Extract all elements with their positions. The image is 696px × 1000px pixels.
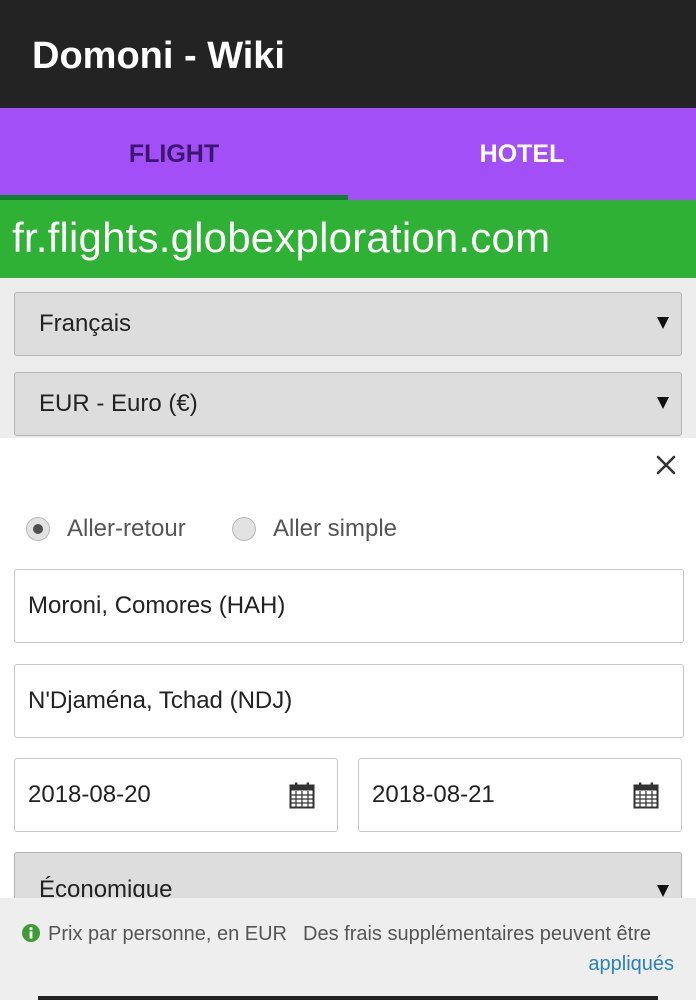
flight-search-form: Aller-retour Aller simple 2018-08-20 201… [0, 438, 696, 898]
chevron-down-icon [657, 317, 669, 329]
cabin-class-value: Économique [39, 876, 173, 898]
price-per-person-note: Prix par personne, en EUR [48, 923, 288, 945]
tab-hotel[interactable]: HOTEL [348, 108, 696, 200]
one-way-label: Aller simple [273, 515, 398, 542]
app-title: Domoni - Wiki [32, 35, 285, 77]
tab-bar: FLIGHT HOTEL [0, 108, 696, 200]
destination-input[interactable] [14, 664, 684, 738]
extra-fees-link[interactable]: appliqués [588, 952, 674, 976]
round-trip-label: Aller-retour [67, 515, 186, 542]
language-value: Français [39, 310, 132, 337]
return-date-value: 2018-08-21 [372, 781, 495, 808]
trip-type-one-way[interactable]: Aller simple [232, 511, 397, 547]
currency-select[interactable]: EUR - Euro (€) [14, 372, 682, 436]
domain-banner: fr.flights.globexploration.com [0, 200, 696, 278]
radio-one-way[interactable] [232, 517, 256, 541]
info-icon [22, 924, 40, 942]
extra-fees-note: Des frais supplémentaires peuvent être [303, 923, 651, 945]
chevron-down-icon [657, 885, 669, 897]
language-select[interactable]: Français [14, 292, 682, 356]
depart-date-value: 2018-08-20 [28, 781, 151, 808]
cabin-class-select[interactable]: Économique [14, 852, 682, 898]
return-date-input[interactable]: 2018-08-21 [358, 758, 682, 832]
trip-type-round-trip[interactable]: Aller-retour [26, 511, 186, 547]
price-info-text: Prix par personne, en EUR Des frais suppl… [48, 922, 651, 946]
calendar-icon[interactable] [289, 782, 315, 809]
settings-area: Français EUR - Euro (€) [0, 278, 696, 438]
price-info-footer [0, 898, 696, 1000]
depart-date-input[interactable]: 2018-08-20 [14, 758, 338, 832]
currency-value: EUR - Euro (€) [39, 390, 198, 417]
close-icon[interactable] [654, 453, 678, 477]
domain-text: fr.flights.globexploration.com [12, 214, 551, 261]
radio-round-trip[interactable] [26, 517, 50, 541]
origin-input[interactable] [14, 569, 684, 643]
bottom-divider [38, 996, 658, 1000]
calendar-icon[interactable] [633, 782, 659, 809]
app-bar: Domoni - Wiki [0, 0, 696, 108]
chevron-down-icon [657, 397, 669, 409]
tab-flight[interactable]: FLIGHT [0, 108, 348, 200]
